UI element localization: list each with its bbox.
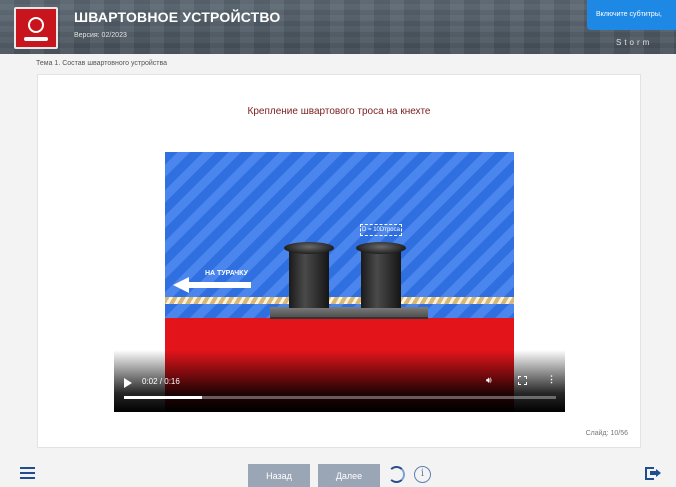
play-icon[interactable] [124,378,132,388]
menu-icon[interactable] [20,467,35,482]
slide-card: Крепление швартового троса на кнехте D =… [37,74,641,448]
exit-arrow-head [656,469,661,477]
course-title: ШВАРТОВНОЕ УСТРОЙСТВО [74,9,281,25]
exit-icon[interactable] [645,467,661,480]
fullscreen-icon[interactable] [518,376,527,385]
video-progress-bar[interactable] [124,396,556,399]
app-header: ШВАРТОВНОЕ УСТРОЙСТВО Версия: 02/2023 Вк… [0,0,676,54]
info-icon[interactable]: i [414,466,431,483]
menu-line [20,467,35,469]
video-controls-overlay [114,350,565,412]
dimension-label: D = 10Dтроса [360,224,402,236]
bollard-base-plate [270,307,428,319]
logo-bar-icon [24,37,48,41]
subtitles-button[interactable]: Включите субтитры, [587,0,676,30]
arrow-label: НА ТУРАЧКУ [205,270,248,277]
course-version: Версия: 02/2023 [74,32,127,39]
refresh-icon[interactable] [388,466,405,483]
direction-arrow: НА ТУРАЧКУ [173,270,253,293]
bollard-post-right [361,248,401,308]
arrow-shaft [187,282,251,288]
topic-breadcrumb: Тема 1. Состав швартовного устройства [36,60,168,67]
slide-heading: Крепление швартового троса на кнехте [247,106,431,117]
bollard-cap-right [356,242,406,254]
menu-line [20,472,35,474]
slide-counter: Слайд: 10/56 [585,430,628,437]
video-progress-fill [124,396,202,399]
video-player[interactable]: D = 10Dтроса НА ТУРАЧКУ 0:02 / 0:16 🔊︎ ⋮ [114,152,565,412]
logo-ring-icon [28,17,44,33]
menu-line [20,477,35,479]
video-time: 0:02 / 0:16 [142,377,180,386]
back-button[interactable]: Назад [248,464,310,487]
brand-logo: Storm [616,38,653,47]
mooring-rope [165,297,514,304]
bollard-cap-left [284,242,334,254]
more-icon[interactable]: ⋮ [547,374,556,385]
volume-icon[interactable]: 🔊︎ [486,375,492,386]
next-button[interactable]: Далее [318,464,380,487]
bollard-post-left [289,248,329,308]
course-logo [14,7,58,49]
